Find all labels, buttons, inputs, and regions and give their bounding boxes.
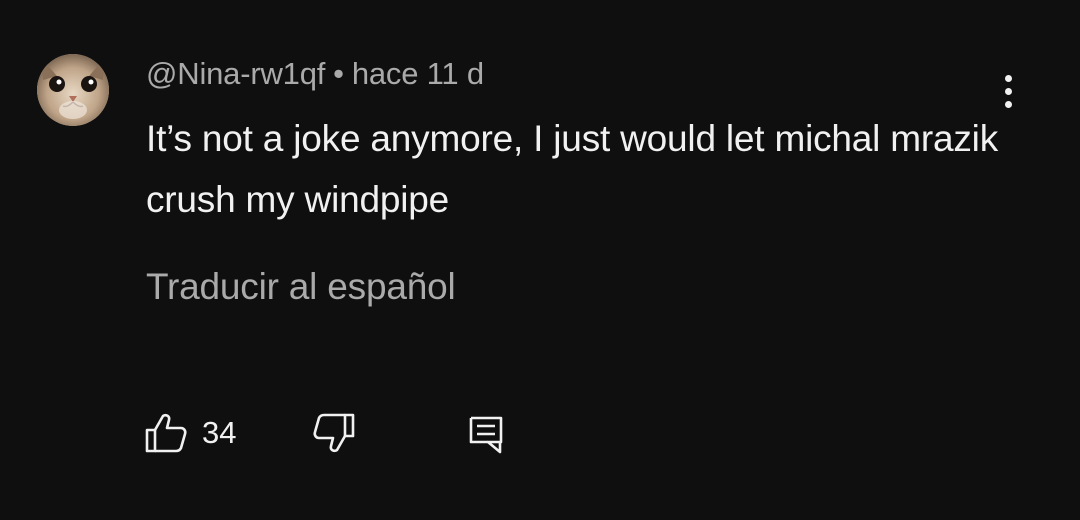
avatar[interactable] — [37, 54, 109, 126]
reply-comment-icon — [469, 416, 503, 454]
more-vertical-icon — [1004, 74, 1012, 82]
translate-link[interactable]: Traducir al español — [146, 266, 456, 308]
comment-timestamp: hace 11 d — [351, 56, 484, 91]
more-vertical-icon-dot — [1004, 87, 1012, 95]
thumbs-up-icon — [145, 413, 187, 453]
thumbs-down-icon — [313, 413, 355, 453]
reply-button[interactable] — [466, 412, 506, 454]
comment-text: It’s not a joke anymore, I just would le… — [146, 118, 998, 220]
comment-meta: @Nina-rw1qf • hace 11 d — [146, 56, 484, 92]
more-vertical-icon-dot — [1004, 100, 1012, 108]
meta-separator: • — [333, 56, 344, 91]
like-button[interactable]: 34 — [144, 412, 236, 454]
dislike-button[interactable] — [312, 412, 356, 454]
comment-card: @Nina-rw1qf • hace 11 d It’s not a joke an… — [0, 0, 1080, 520]
author-handle[interactable]: @Nina-rw1qf — [146, 56, 325, 91]
like-count: 34 — [202, 415, 237, 450]
cat-avatar-image — [37, 54, 109, 126]
